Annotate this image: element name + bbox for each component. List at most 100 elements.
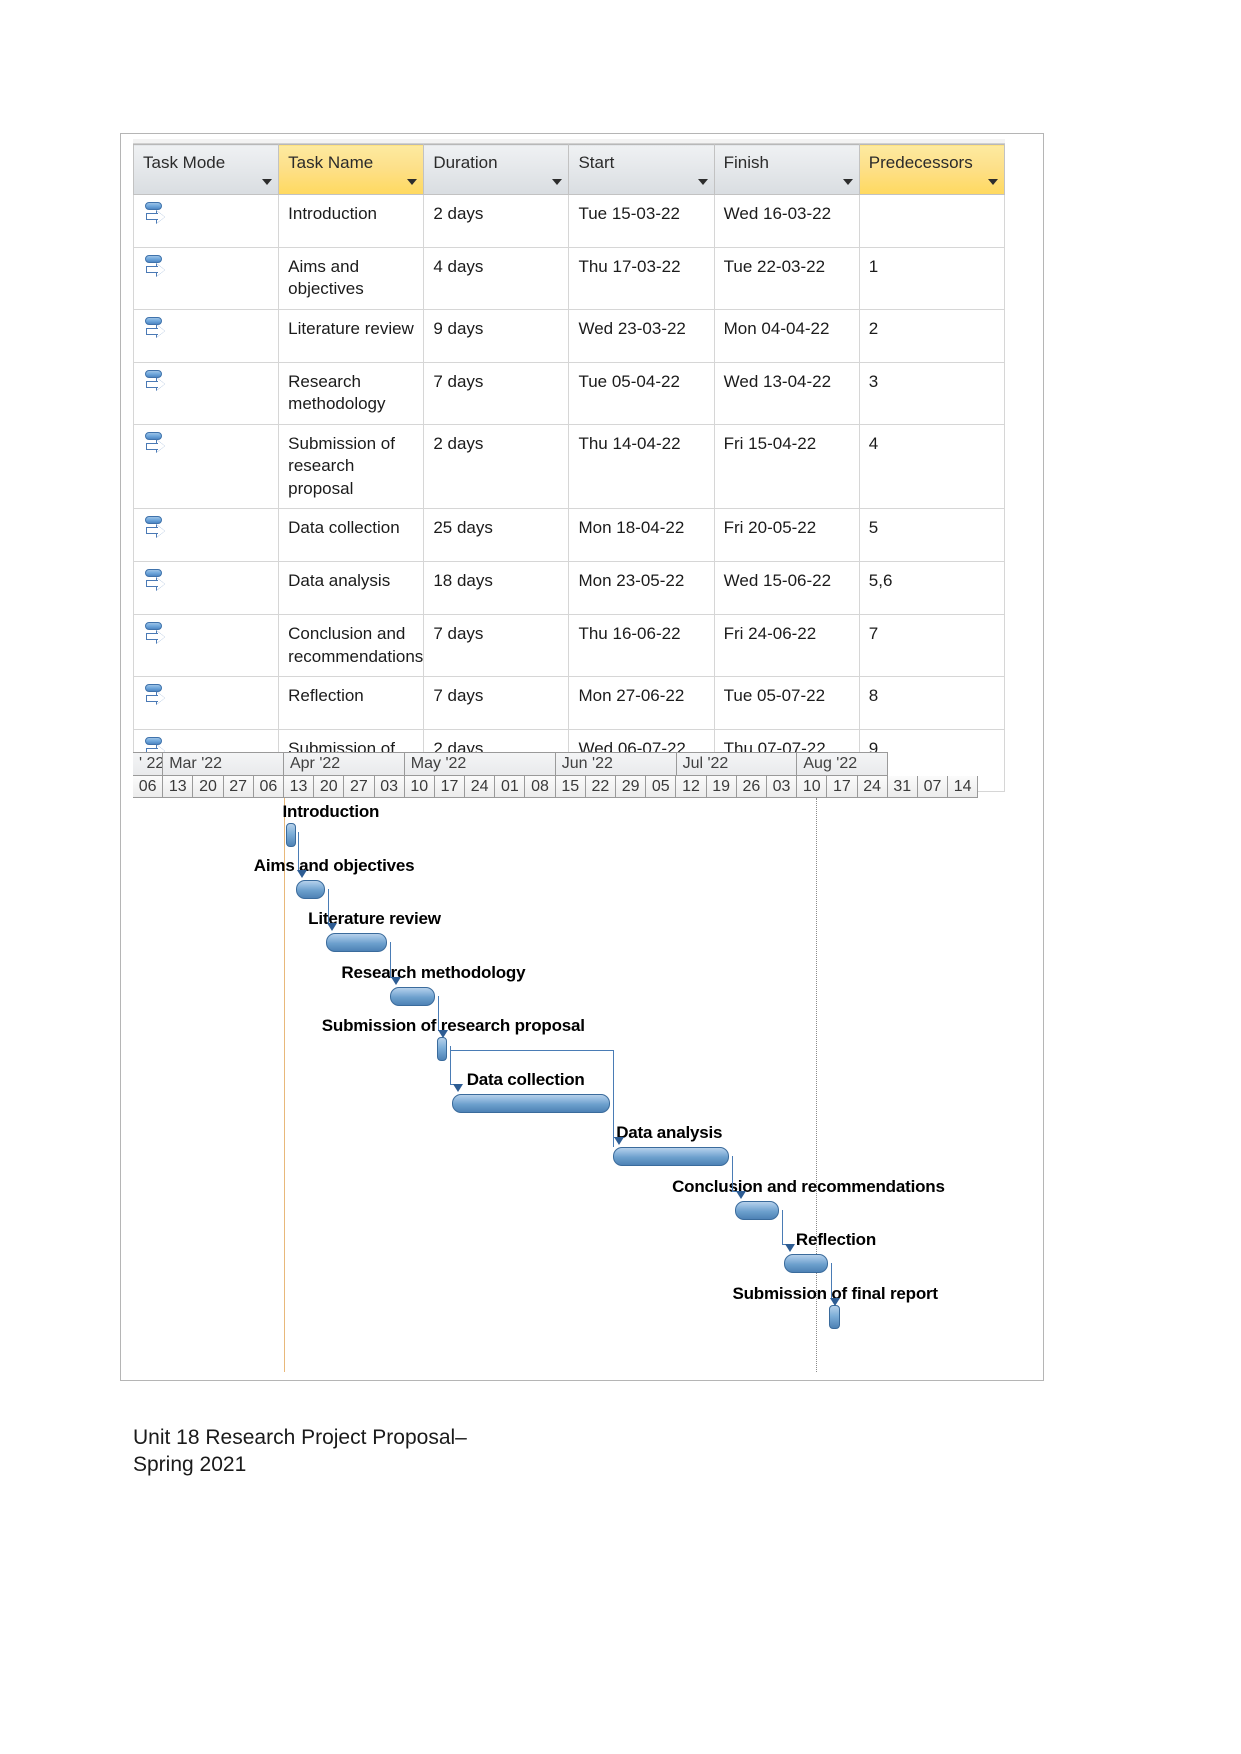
cell-duration[interactable]: 7 days [423, 361, 570, 425]
cell-task-name[interactable]: Submission of research proposal [278, 423, 425, 510]
timescale-month-label: Aug '22 [803, 755, 858, 772]
timescale-week-tick: 31 [887, 776, 918, 798]
cell-predecessors[interactable]: 5,6 [858, 561, 1006, 616]
cell-finish[interactable]: Tue 22-03-22 [713, 247, 860, 310]
column-header-finish[interactable]: Finish [713, 144, 860, 195]
cell-task-name[interactable]: Reflection [278, 675, 425, 730]
cell-task-mode[interactable] [132, 508, 280, 563]
cell-task-mode[interactable] [132, 561, 280, 616]
cell-task-mode[interactable] [132, 675, 280, 730]
column-header-start[interactable]: Start [568, 144, 715, 195]
cell-task-name[interactable]: Data collection [278, 508, 425, 563]
chevron-down-icon[interactable] [988, 179, 998, 185]
cell-start[interactable]: Mon 27-06-22 [568, 675, 715, 730]
cell-task-name[interactable]: Data analysis [278, 561, 425, 616]
cell-finish[interactable]: Mon 04-04-22 [713, 308, 860, 363]
chevron-down-icon[interactable] [552, 179, 563, 185]
chevron-down-icon[interactable] [407, 179, 418, 185]
cell-task-name[interactable]: Aims and objectives [278, 247, 425, 310]
cell-task-name[interactable]: Introduction [278, 194, 425, 248]
table-row[interactable]: Conclusion and recommendations 7 days Thu … [132, 614, 1006, 677]
column-header-label: Task Mode [143, 153, 226, 172]
cell-duration[interactable]: 2 days [423, 423, 570, 510]
cell-predecessors[interactable]: 2 [858, 308, 1006, 363]
cell-finish[interactable]: Wed 15-06-22 [713, 561, 860, 616]
gantt-task-bar[interactable] [613, 1147, 730, 1166]
task-table: Task Mode Task Name Duration Start Finis… [132, 144, 1006, 792]
chevron-down-icon[interactable] [697, 179, 708, 185]
dependency-link-vertical [450, 1046, 452, 1084]
cell-start[interactable]: Thu 14-04-22 [568, 423, 715, 510]
cell-duration[interactable]: 7 days [423, 675, 570, 730]
gantt-task-bar[interactable] [735, 1200, 780, 1220]
gantt-task-bar[interactable] [783, 1254, 828, 1273]
table-row[interactable]: Introduction 2 days Tue 15-03-22 Wed 16-03-… [132, 194, 1006, 248]
cell-predecessors[interactable]: 1 [858, 247, 1006, 310]
auto-schedule-icon [144, 683, 166, 709]
cell-start[interactable]: Mon 23-05-22 [568, 561, 715, 616]
cell-start[interactable]: Tue 05-04-22 [568, 361, 715, 425]
cell-task-mode[interactable] [132, 361, 280, 425]
cell-duration[interactable]: 7 days [423, 614, 570, 677]
column-header-task-name[interactable]: Task Name [278, 144, 425, 195]
cell-finish[interactable]: Wed 13-04-22 [713, 361, 860, 425]
cell-duration[interactable]: 25 days [423, 508, 570, 563]
gantt-task-bar[interactable] [451, 1093, 611, 1113]
chevron-down-icon[interactable] [842, 179, 853, 185]
cell-task-name[interactable]: Conclusion and recommendations [278, 614, 425, 677]
cell-finish[interactable]: Wed 16-03-22 [713, 194, 860, 248]
table-row[interactable]: Literature review 9 days Wed 23-03-22 Mon 0… [132, 308, 1006, 363]
cell-task-mode[interactable] [132, 247, 280, 310]
column-header-task-mode[interactable]: Task Mode [132, 144, 280, 195]
today-line [284, 798, 285, 1372]
cell-start[interactable]: Thu 17-03-22 [568, 247, 715, 310]
dependency-arrowhead [614, 1137, 625, 1145]
gantt-milestone-bar[interactable] [829, 1304, 840, 1329]
cell-predecessors[interactable]: 5 [858, 508, 1006, 563]
table-row[interactable]: Aims and objectives 4 days Thu 17-03-22 Tue… [132, 247, 1006, 310]
cell-task-mode[interactable] [132, 308, 280, 363]
cell-start[interactable]: Wed 23-03-22 [568, 308, 715, 363]
cell-predecessors[interactable]: 8 [858, 675, 1006, 730]
cell-finish[interactable]: Tue 05-07-22 [713, 675, 860, 730]
column-header-duration[interactable]: Duration [423, 144, 570, 195]
cell-task-name[interactable]: Literature review [278, 308, 425, 363]
cell-finish[interactable]: Fri 15-04-22 [713, 423, 860, 510]
auto-schedule-icon [144, 316, 166, 342]
table-row[interactable]: Data collection 25 days Mon 18-04-22 Fri 20… [132, 508, 1006, 563]
cell-start[interactable]: Thu 16-06-22 [568, 614, 715, 677]
cell-task-mode[interactable] [132, 614, 280, 677]
column-header-predecessors[interactable]: Predecessors [858, 144, 1006, 195]
gantt-milestone-bar[interactable] [436, 1037, 448, 1061]
gantt-milestone-bar[interactable] [285, 823, 296, 847]
cell-duration[interactable]: 9 days [423, 308, 570, 363]
cell-task-mode[interactable] [132, 423, 280, 510]
cell-task-name[interactable]: Research methodology [278, 361, 425, 425]
dependency-link-vertical [438, 995, 439, 1030]
cell-task-mode[interactable] [132, 194, 280, 248]
gantt-task-bar[interactable] [296, 879, 325, 899]
cell-duration-text: 9 days [433, 318, 484, 338]
table-row[interactable]: Submission of research proposal 2 days Thu… [132, 423, 1006, 510]
cell-finish[interactable]: Fri 20-05-22 [713, 508, 860, 563]
chevron-down-icon[interactable] [262, 179, 273, 185]
cell-duration-text: 4 days [433, 257, 484, 276]
cell-duration[interactable]: 2 days [423, 194, 570, 248]
cell-start[interactable]: Mon 18-04-22 [568, 508, 715, 563]
cell-start[interactable]: Tue 15-03-22 [568, 194, 715, 248]
cell-predecessors[interactable]: 3 [858, 361, 1006, 425]
cell-predecessors[interactable] [858, 194, 1006, 248]
timescale-month-label: Jun '22 [561, 755, 613, 772]
cell-predecessors[interactable]: 7 [858, 614, 1006, 677]
cell-duration[interactable]: 4 days [423, 247, 570, 310]
cell-predecessors-text: 5,6 [868, 571, 893, 591]
table-row[interactable]: Research methodology 7 days Tue 05-04-22 We… [132, 361, 1006, 425]
cell-duration[interactable]: 18 days [423, 561, 570, 616]
gantt-task-bar[interactable] [389, 986, 435, 1006]
cell-finish[interactable]: Fri 24-06-22 [713, 614, 860, 677]
cell-predecessors[interactable]: 4 [858, 423, 1006, 510]
table-row[interactable]: Reflection 7 days Mon 27-06-22 Tue 05-07-22… [132, 675, 1006, 730]
column-header-label: Start [578, 153, 615, 172]
gantt-task-bar[interactable] [326, 933, 387, 952]
table-row[interactable]: Data analysis 18 days Mon 23-05-22 Wed 15-0… [132, 561, 1006, 616]
